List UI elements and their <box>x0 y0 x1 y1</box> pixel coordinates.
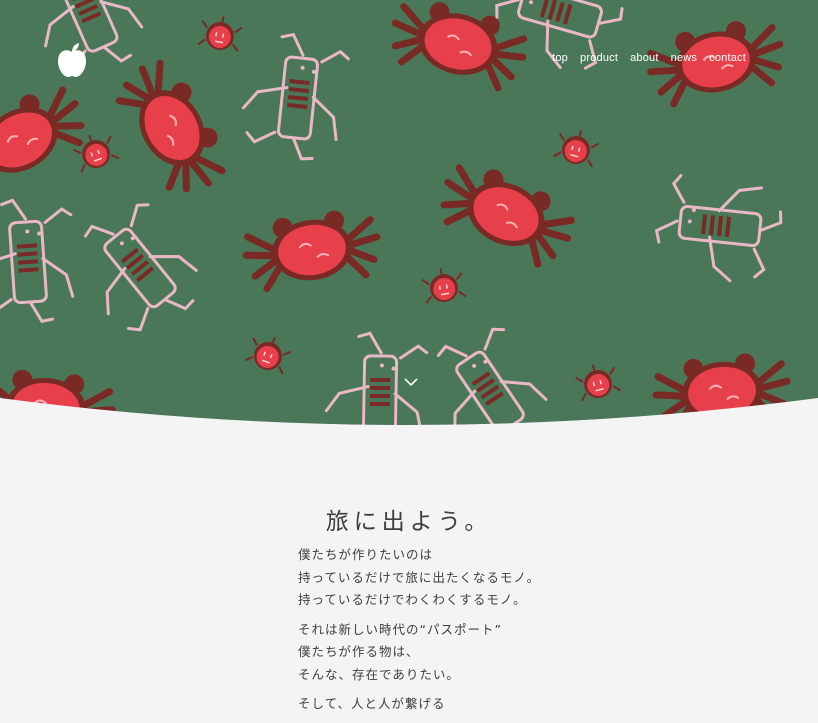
nav-item-news[interactable]: news <box>671 52 697 64</box>
text-line: 持っているだけでわくわくするモノ。 <box>298 592 527 607</box>
nav-item-about[interactable]: about <box>630 52 659 64</box>
text-line: 持っているだけで旅に出たくなるモノ。 <box>298 569 541 585</box>
apple-logo-icon[interactable] <box>56 42 88 78</box>
intro-paragraph: 僕たちが作りたいのは 持っているだけで旅に出たくなるモノ。 持っているだけでわく… <box>298 544 540 612</box>
text-line: そんな、存在でありたい。 <box>298 666 460 682</box>
intro-paragraph: そして、人と人が繋げる <box>298 693 540 716</box>
intro-text: 僕たちが作りたいのは 持っているだけで旅に出たくなるモノ。 持っているだけでわく… <box>298 544 540 723</box>
text-line: 僕たちが作りたいのは <box>298 547 434 562</box>
hero-section: top product about news contact <box>0 0 818 430</box>
intro-paragraph: それは新しい時代の“パスポート” 僕たちが作る物は、 そんな、存在でありたい。 <box>298 619 540 687</box>
text-line: 僕たちが作る物は、 <box>298 644 420 659</box>
main-nav: top product about news contact <box>552 52 746 64</box>
nav-item-product[interactable]: product <box>580 52 618 64</box>
text-line: そして、人と人が繋げる <box>298 696 446 711</box>
hero-pattern-image <box>0 0 818 430</box>
text-line: それは新しい時代の“パスポート” <box>298 621 502 637</box>
nav-item-contact[interactable]: contact <box>709 52 746 64</box>
chevron-down-icon[interactable] <box>403 377 419 387</box>
page-heading: 旅に出よう。 <box>325 509 493 535</box>
nav-item-top[interactable]: top <box>552 52 568 64</box>
